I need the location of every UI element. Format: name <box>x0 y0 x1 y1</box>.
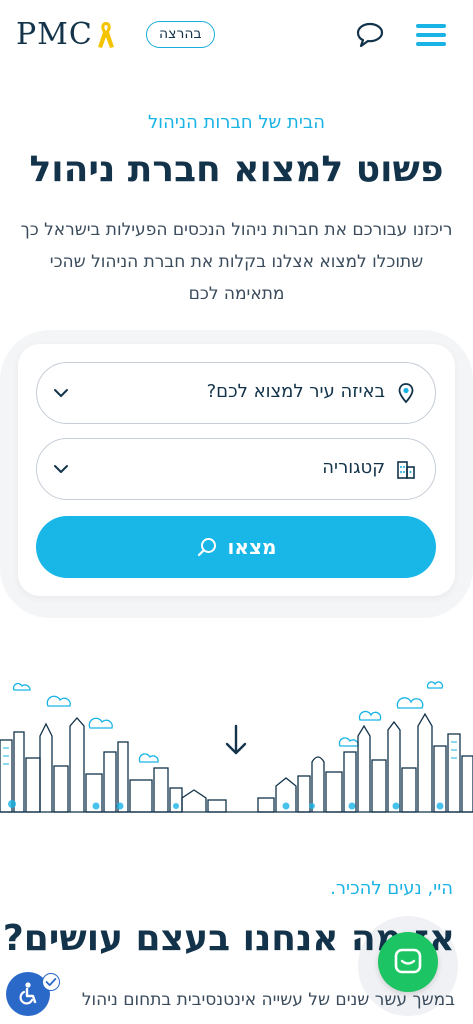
chat-icon <box>394 948 422 974</box>
category-select-label: קטגוריה <box>322 457 385 478</box>
logo[interactable]: PMC <box>16 18 117 52</box>
chevron-down-icon <box>54 389 68 397</box>
hero-description: ריכזנו עבורכם את חברות ניהול הנכסים הפעי… <box>20 220 453 304</box>
check-icon <box>42 973 60 991</box>
chat-bubble-icon[interactable] <box>356 22 384 48</box>
beta-badge: בהרצה <box>146 21 215 48</box>
about-text: במשך עשר שנים של עשייה אינטנסיבית בתחום … <box>81 990 455 1010</box>
about-eyebrow: היי, נעים להכיר. <box>330 878 453 899</box>
search-card: באיזה עיר למצוא לכם? קטגוריה מצאו <box>18 344 455 596</box>
category-select[interactable]: קטגוריה <box>36 438 436 500</box>
chevron-down-icon <box>54 465 68 473</box>
find-button-label: מצאו <box>227 535 277 559</box>
location-pin-icon <box>398 383 414 404</box>
logo-text: PMC <box>16 17 93 52</box>
city-select[interactable]: באיזה עיר למצוא לכם? <box>36 362 436 424</box>
building-icon <box>397 461 415 479</box>
site-header: PMC בהרצה <box>0 0 473 72</box>
find-button[interactable]: מצאו <box>36 516 436 578</box>
hamburger-menu-icon[interactable] <box>416 24 446 48</box>
hero-eyebrow: הבית של חברות הניהול <box>147 112 326 133</box>
wheelchair-icon <box>19 982 37 1005</box>
hero-title: פשוט למצוא חברת ניהול <box>29 149 444 190</box>
arrow-down-icon[interactable] <box>222 722 250 758</box>
city-select-label: באיזה עיר למצוא לכם? <box>206 381 385 402</box>
search-icon <box>197 538 216 557</box>
live-chat-button[interactable] <box>378 932 438 992</box>
yellow-ribbon-icon <box>97 22 114 48</box>
